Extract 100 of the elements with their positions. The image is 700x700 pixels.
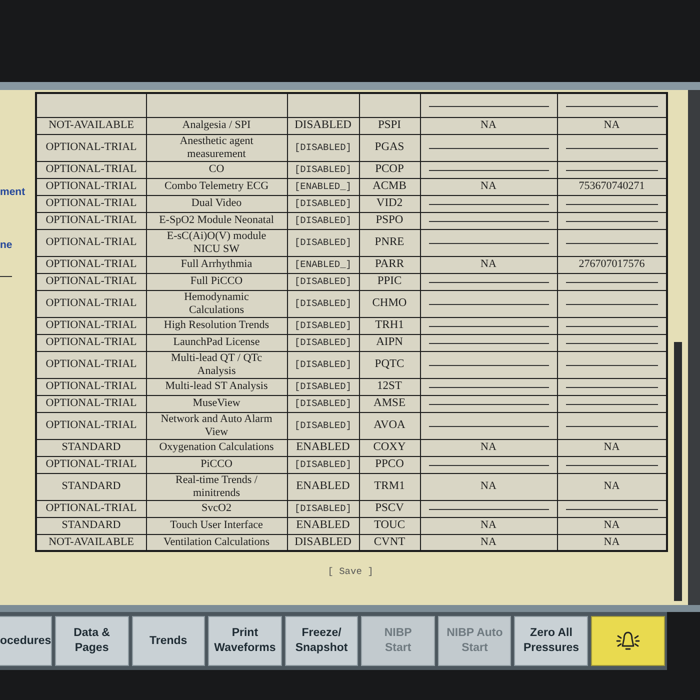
table-cell: [DISABLED] bbox=[287, 134, 359, 161]
table-cell: E-SpO2 Module Neonatal bbox=[146, 212, 287, 229]
table-cell: COXY bbox=[359, 439, 420, 456]
table-cell: DISABLED bbox=[287, 534, 359, 551]
table-cell: NA bbox=[557, 473, 667, 500]
table-cell: AVOA bbox=[359, 412, 420, 439]
toolbar-button[interactable]: Print Waveforms bbox=[208, 616, 282, 666]
table-cell: NA bbox=[557, 534, 667, 551]
table-cell: OPTIONAL-TRIAL bbox=[36, 178, 146, 195]
table-cell: OPTIONAL-TRIAL bbox=[36, 395, 146, 412]
table-cell: [DISABLED] bbox=[287, 456, 359, 473]
table-cell: Network and Auto Alarm View bbox=[146, 412, 287, 439]
table-cell: OPTIONAL-TRIAL bbox=[36, 212, 146, 229]
table-cell: NA bbox=[557, 517, 667, 534]
table-cell: OPTIONAL-TRIAL bbox=[36, 412, 146, 439]
table-cell: TRM1 bbox=[359, 473, 420, 500]
table-cell: Anesthetic agent measurement bbox=[146, 134, 287, 161]
table-cell: DISABLED bbox=[287, 117, 359, 134]
table-cell: STANDARD bbox=[36, 439, 146, 456]
table-cell: ENABLED bbox=[287, 473, 359, 500]
table-cell: [DISABLED] bbox=[287, 161, 359, 178]
table-cell: TOUC bbox=[359, 517, 420, 534]
sidebar-item[interactable]: ne bbox=[0, 239, 35, 251]
table-cell: Real-time Trends / minitrends bbox=[146, 473, 287, 500]
table-cell: NOT-AVAILABLE bbox=[36, 117, 146, 134]
table-cell: NA bbox=[420, 534, 557, 551]
table-cell: [ENABLED_] bbox=[287, 256, 359, 273]
table-cell: Full Arrhythmia bbox=[146, 256, 287, 273]
table-cell: Dual Video bbox=[146, 195, 287, 212]
table-cell: Multi-lead ST Analysis bbox=[146, 378, 287, 395]
table-cell: OPTIONAL-TRIAL bbox=[36, 290, 146, 317]
table-cell: NA bbox=[420, 473, 557, 500]
sidebar-item[interactable]: ment bbox=[0, 186, 35, 198]
table-cell: NA bbox=[420, 256, 557, 273]
table-cell: OPTIONAL-TRIAL bbox=[36, 256, 146, 273]
table-cell: PSPO bbox=[359, 212, 420, 229]
table-cell: [DISABLED] bbox=[287, 395, 359, 412]
table-cell: Combo Telemetry ECG bbox=[146, 178, 287, 195]
table-cell: [DISABLED] bbox=[287, 290, 359, 317]
table-cell: OPTIONAL-TRIAL bbox=[36, 351, 146, 378]
table-cell: CO bbox=[146, 161, 287, 178]
table-cell: STANDARD bbox=[36, 473, 146, 500]
table-cell: STANDARD bbox=[36, 517, 146, 534]
table-cell: [DISABLED] bbox=[287, 500, 359, 517]
toolbar-button[interactable]: ocedures bbox=[0, 616, 52, 666]
table-cell: [DISABLED] bbox=[287, 351, 359, 378]
table-cell: PSCV bbox=[359, 500, 420, 517]
table-cell: Analgesia / SPI bbox=[146, 117, 287, 134]
scrollbar-thumb[interactable] bbox=[674, 342, 682, 601]
table-cell: OPTIONAL-TRIAL bbox=[36, 273, 146, 290]
table-cell: High Resolution Trends bbox=[146, 317, 287, 334]
table-cell: CVNT bbox=[359, 534, 420, 551]
table-cell: Multi-lead QT / QTc Analysis bbox=[146, 351, 287, 378]
table-cell: PQTC bbox=[359, 351, 420, 378]
table-cell: [DISABLED] bbox=[287, 273, 359, 290]
toolbar-button[interactable]: Zero All Pressures bbox=[514, 616, 588, 666]
table-cell: OPTIONAL-TRIAL bbox=[36, 229, 146, 256]
table-cell: AIPN bbox=[359, 334, 420, 351]
table-cell: MuseView bbox=[146, 395, 287, 412]
alarm-bell-icon bbox=[615, 630, 642, 652]
table-cell: PNRE bbox=[359, 229, 420, 256]
table-cell: [DISABLED] bbox=[287, 212, 359, 229]
table-cell: OPTIONAL-TRIAL bbox=[36, 195, 146, 212]
table-cell: NA bbox=[420, 517, 557, 534]
table-cell: PPCO bbox=[359, 456, 420, 473]
table-cell: ACMB bbox=[359, 178, 420, 195]
table-cell: PCOP bbox=[359, 161, 420, 178]
table-cell: [ENABLED_] bbox=[287, 178, 359, 195]
table-cell: Hemodynamic Calculations bbox=[146, 290, 287, 317]
toolbar-button[interactable]: Trends bbox=[132, 616, 206, 666]
table-cell: PiCCO bbox=[146, 456, 287, 473]
table-cell: OPTIONAL-TRIAL bbox=[36, 161, 146, 178]
table-cell: PARR bbox=[359, 256, 420, 273]
table-cell: [DISABLED] bbox=[287, 195, 359, 212]
table-cell: [DISABLED] bbox=[287, 378, 359, 395]
toolbar-button[interactable]: Freeze/ Snapshot bbox=[284, 616, 358, 666]
table-cell: 12ST bbox=[359, 378, 420, 395]
table-cell: LaunchPad License bbox=[146, 334, 287, 351]
table-cell: TRH1 bbox=[359, 317, 420, 334]
table-cell: NA bbox=[420, 439, 557, 456]
table-cell: E-sC(Ai)O(V) module NICU SW bbox=[146, 229, 287, 256]
toolbar-button[interactable]: Data & Pages bbox=[55, 616, 129, 666]
table-cell: PSPI bbox=[359, 117, 420, 134]
table-cell: [DISABLED] bbox=[287, 412, 359, 439]
table-cell: Oxygenation Calculations bbox=[146, 439, 287, 456]
table-cell: Touch User Interface bbox=[146, 517, 287, 534]
table-cell: OPTIONAL-TRIAL bbox=[36, 317, 146, 334]
save-button[interactable]: [ Save ] bbox=[328, 566, 374, 578]
table-cell: NA bbox=[557, 439, 667, 456]
table-cell: [DISABLED] bbox=[287, 317, 359, 334]
table-cell: NA bbox=[420, 117, 557, 134]
table-cell: 276707017576 bbox=[557, 256, 667, 273]
table-cell: PPIC bbox=[359, 273, 420, 290]
table-cell: AMSE bbox=[359, 395, 420, 412]
table-cell: CHMO bbox=[359, 290, 420, 317]
alarm-button[interactable] bbox=[591, 616, 666, 666]
table-cell: Full PiCCO bbox=[146, 273, 287, 290]
table-cell: SvcO2 bbox=[146, 500, 287, 517]
table-cell: NA bbox=[557, 117, 667, 134]
table-cell: PGAS bbox=[359, 134, 420, 161]
